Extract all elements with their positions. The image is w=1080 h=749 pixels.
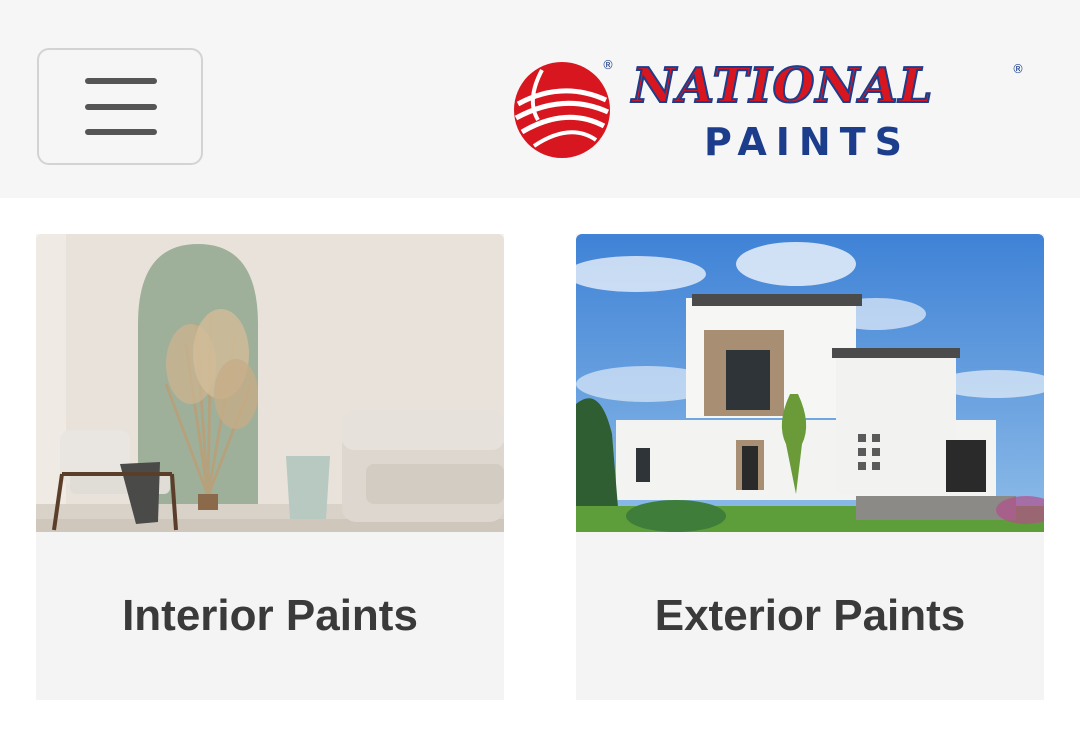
exterior-house-photo (576, 234, 1044, 532)
registered-mark: ® (602, 58, 614, 72)
exterior-paints-card[interactable]: Exterior Paints (576, 234, 1044, 700)
national-paints-logo[interactable]: ® NATIONAL ® PAINTS (512, 57, 1032, 164)
interior-room-photo (36, 234, 504, 532)
logo-brand-text: NATIONAL (631, 57, 934, 115)
card-title: Interior Paints (122, 591, 418, 640)
app-header: ® NATIONAL ® PAINTS (0, 0, 1080, 198)
registered-mark: ® (1012, 62, 1024, 76)
globe-emblem-icon (514, 62, 610, 158)
menu-button[interactable] (37, 48, 203, 165)
interior-paints-card[interactable]: Interior Paints (36, 234, 504, 700)
logo-sub-text: PAINTS (704, 120, 912, 164)
card-title: Exterior Paints (654, 591, 966, 640)
